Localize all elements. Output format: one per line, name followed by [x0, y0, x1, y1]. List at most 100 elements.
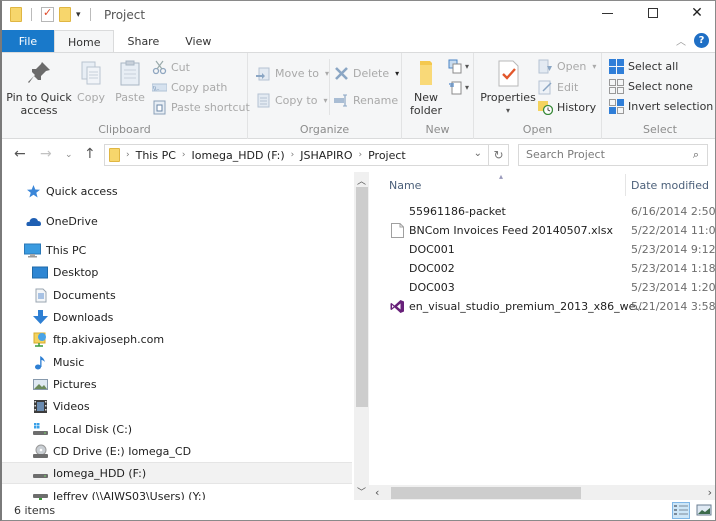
file-row[interactable]: DOC001 5/23/2014 9:12 AM	[369, 240, 715, 259]
new-group-label: New	[425, 123, 450, 136]
nav-item-jeffrey-network-y[interactable]: Jeffrey (\\AJWS03\Users) (Y:)	[2, 485, 352, 500]
copy-to-button[interactable]: Copy to ▾	[256, 92, 327, 109]
history-icon	[538, 100, 554, 116]
column-header-date-modified[interactable]: Date modified	[631, 179, 709, 192]
tab-share[interactable]: Share	[114, 30, 172, 53]
file-list: ▴ Name Date modified 55961186-packet 6/1…	[369, 172, 715, 500]
address-bar[interactable]: › This PC › Iomega_HDD (F:) › JSHAPIRO ›…	[104, 144, 509, 166]
nav-item-downloads[interactable]: Downloads	[2, 306, 352, 328]
nav-item-documents[interactable]: Documents	[2, 284, 352, 306]
address-history-dropdown[interactable]: ⌄	[474, 148, 482, 159]
minimize-icon	[601, 12, 613, 14]
properties-button[interactable]: Properties ▾	[480, 59, 536, 117]
nav-item-this-pc[interactable]: This PC	[2, 239, 352, 261]
chevron-down-icon: ▾	[323, 96, 328, 105]
paste-button[interactable]: Paste	[112, 59, 148, 104]
nav-item-local-disk-c[interactable]: Local Disk (C:)	[2, 418, 352, 440]
delete-button[interactable]: Delete ▾	[334, 65, 399, 82]
details-view-button[interactable]	[672, 502, 690, 519]
nav-item-music[interactable]: Music	[2, 351, 352, 373]
search-input[interactable]: Search Project ⌕	[518, 144, 708, 166]
chevron-right-icon: ›	[290, 150, 295, 160]
scissors-icon	[152, 60, 167, 75]
chevron-right-icon: ›	[181, 150, 186, 160]
move-to-button[interactable]: Move to ▾	[256, 65, 329, 82]
history-button[interactable]: History	[538, 99, 596, 116]
easy-access-icon	[448, 80, 463, 95]
pin-to-quick-access-button[interactable]: Pin to Quick access	[6, 59, 72, 117]
file-row[interactable]: DOC003 5/23/2014 1:20 PM	[369, 278, 715, 297]
file-row[interactable]: en_visual_studio_premium_2013_x86_we... …	[369, 297, 715, 316]
close-button[interactable]: ✕	[674, 1, 715, 25]
minimize-button[interactable]	[584, 1, 630, 25]
nav-item-quick-access[interactable]: Quick access	[2, 180, 352, 202]
large-icons-view-button[interactable]	[696, 502, 714, 519]
file-row[interactable]: BNCom Invoices Feed 20140507.xlsx 5/22/2…	[369, 221, 715, 240]
file-list-horizontal-scrollbar[interactable]: ‹ ›	[369, 485, 715, 500]
forward-button[interactable]: →	[40, 146, 52, 162]
scroll-up-arrow-icon[interactable]: ︿	[354, 174, 369, 187]
new-folder-qat-icon[interactable]	[59, 7, 71, 22]
copy-button[interactable]: Copy	[74, 59, 108, 104]
scroll-right-arrow-icon[interactable]: ›	[708, 485, 712, 500]
copy-to-icon	[256, 93, 271, 108]
recent-locations-dropdown[interactable]: ⌄	[65, 150, 73, 160]
invert-selection-button[interactable]: Invert selection	[609, 98, 713, 115]
properties-icon	[494, 59, 522, 87]
breadcrumb-this-pc[interactable]: This PC	[136, 149, 176, 162]
new-item-icon	[448, 59, 463, 74]
scroll-down-arrow-icon[interactable]: ﹀	[354, 485, 369, 498]
maximize-button[interactable]	[630, 1, 676, 25]
tab-home[interactable]: Home	[54, 30, 115, 53]
column-header-name[interactable]: Name	[389, 179, 421, 192]
customize-qat-dropdown-icon[interactable]: ▾	[76, 10, 81, 20]
select-none-button[interactable]: Select none	[609, 78, 693, 95]
scrollbar-thumb[interactable]	[391, 487, 581, 499]
title-bar: ▾ Project ✕	[2, 1, 715, 30]
refresh-button[interactable]: ↻	[488, 144, 508, 166]
nav-item-videos[interactable]: Videos	[2, 395, 352, 417]
organize-group-label: Organize	[299, 123, 350, 136]
help-icon[interactable]: ?	[694, 33, 709, 48]
easy-access-button[interactable]: ▾	[448, 79, 469, 96]
documents-icon	[33, 288, 48, 303]
scrollbar-thumb[interactable]	[356, 187, 368, 407]
tab-file[interactable]: File	[2, 30, 54, 53]
open-group-label: Open	[522, 123, 553, 136]
nav-item-iomega-hdd-f[interactable]: Iomega_HDD (F:)	[2, 462, 352, 484]
new-folder-button[interactable]: New folder	[406, 59, 446, 117]
breadcrumb-jshapiro[interactable]: JSHAPIRO	[300, 149, 352, 162]
file-row[interactable]: DOC002 5/23/2014 1:18 PM	[369, 259, 715, 278]
scroll-left-arrow-icon[interactable]: ‹	[375, 485, 379, 500]
breadcrumb-iomega-hdd[interactable]: Iomega_HDD (F:)	[192, 149, 285, 162]
tab-view[interactable]: View	[172, 30, 224, 53]
new-item-button[interactable]: ▾	[448, 58, 469, 75]
nav-item-ftp-akivajoseph[interactable]: ftp.akivajoseph.com	[2, 328, 352, 350]
nav-item-onedrive[interactable]: OneDrive	[2, 210, 352, 232]
select-all-button[interactable]: Select all	[609, 58, 678, 75]
details-view-icon	[674, 505, 688, 515]
copy-path-button[interactable]: \\.. Copy path	[151, 79, 227, 96]
copy-icon	[77, 59, 105, 87]
open-button[interactable]: Open ▾	[538, 58, 596, 75]
column-divider[interactable]	[625, 174, 626, 196]
properties-qat-icon[interactable]	[41, 6, 54, 22]
up-button[interactable]: ↑	[84, 146, 96, 162]
nav-item-pictures[interactable]: Pictures	[2, 373, 352, 395]
divider	[329, 59, 330, 115]
file-row[interactable]: 55961186-packet 6/16/2014 2:50 PM	[369, 202, 715, 221]
rename-button[interactable]: Rename	[334, 92, 398, 109]
edit-button[interactable]: Edit	[538, 79, 578, 96]
select-none-icon	[609, 79, 624, 94]
cut-button[interactable]: Cut	[152, 59, 190, 76]
nav-item-cd-drive-e[interactable]: CD Drive (E:) Iomega_CD	[2, 440, 352, 462]
minimize-ribbon-icon[interactable]: ︿	[676, 33, 686, 48]
nav-item-desktop[interactable]: Desktop	[2, 261, 352, 283]
window-title: Project	[104, 8, 146, 22]
breadcrumb-project[interactable]: Project	[368, 149, 406, 162]
navigation-pane-scrollbar[interactable]: ︿ ﹀	[354, 172, 369, 500]
paste-shortcut-button[interactable]: Paste shortcut	[152, 99, 250, 116]
new-folder-icon	[412, 59, 440, 87]
videos-icon	[33, 399, 48, 414]
back-button[interactable]: ←	[14, 146, 26, 162]
